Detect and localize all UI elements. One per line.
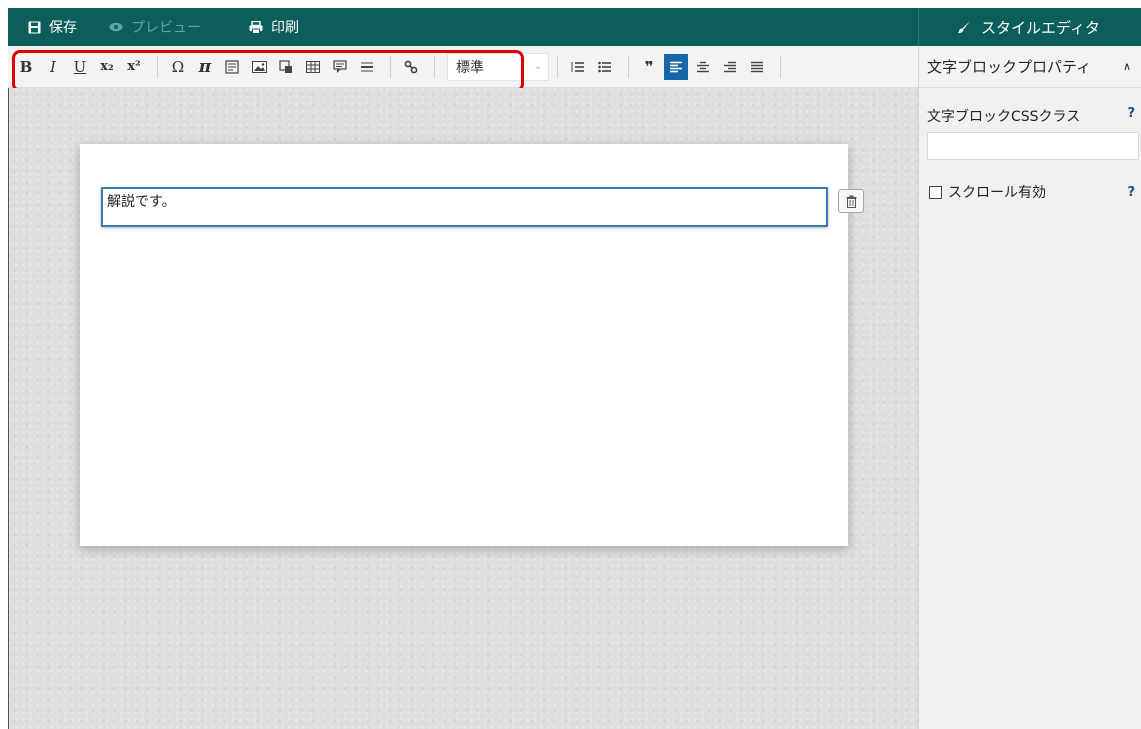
table-button[interactable] [301, 54, 325, 80]
style-editor-label: スタイルエディタ [981, 18, 1100, 37]
chevron-up-icon: ∧ [1122, 60, 1131, 73]
print-label: 印刷 [271, 20, 299, 36]
scroll-enable-label: スクロール有効 [948, 185, 1046, 201]
superscript-button[interactable]: x² [122, 54, 146, 80]
horizontal-rule-button[interactable] [355, 54, 379, 80]
delete-block-button[interactable] [838, 189, 864, 213]
editor-toolbar: B I U x₂ x² Ω π 標準 ⌄ ❞ [8, 46, 918, 88]
save-label: 保存 [49, 20, 77, 36]
floppy-disk-icon [28, 21, 41, 34]
link-icon [404, 60, 418, 73]
toolbar-separator [557, 55, 558, 78]
brush-icon [957, 20, 971, 34]
bullet-list-button[interactable] [593, 54, 617, 80]
comment-icon [333, 59, 347, 73]
italic-button[interactable]: I [41, 54, 65, 80]
css-class-label: 文字ブロックCSSクラス ? [927, 106, 1139, 126]
media-button[interactable] [274, 54, 298, 80]
media-icon [279, 59, 292, 73]
align-justify-icon [751, 61, 763, 72]
css-class-help-icon[interactable]: ? [1127, 106, 1135, 121]
preview-label: プレビュー [131, 20, 201, 36]
text-block-content: 解説です。 [107, 194, 176, 210]
text-block-properties-header[interactable]: 文字ブロックプロパティ ∧ [919, 46, 1141, 88]
scroll-enable-checkbox[interactable] [929, 185, 942, 199]
ordered-list-icon [571, 61, 584, 72]
text-block[interactable]: 解説です。 [101, 187, 828, 227]
table-icon [306, 60, 320, 73]
blockquote-button[interactable]: ❞ [637, 54, 661, 80]
style-editor-tab[interactable]: スタイルエディタ [918, 8, 1141, 46]
image-button[interactable] [247, 54, 271, 80]
properties-panel: 文字ブロックプロパティ ∧ 文字ブロックCSSクラス ? スクロール有効 ? [918, 46, 1141, 729]
toolbar-separator [157, 55, 158, 78]
page-break-icon [225, 59, 239, 74]
top-bar: 保存 プレビュー 印刷 [8, 8, 918, 46]
save-button[interactable]: 保存 [28, 8, 77, 46]
css-class-label-text: 文字ブロックCSSクラス [927, 109, 1081, 125]
comment-button[interactable] [328, 54, 352, 80]
horizontal-rule-icon [361, 62, 373, 71]
align-center-button[interactable] [691, 54, 715, 80]
toolbar-separator [434, 55, 435, 78]
special-character-button[interactable]: Ω [166, 54, 190, 80]
align-left-icon [670, 61, 682, 72]
ordered-list-button[interactable] [566, 54, 590, 80]
align-center-icon [697, 61, 709, 72]
bullet-list-icon [598, 61, 611, 72]
toolbar-separator [628, 55, 629, 78]
eye-icon [109, 22, 123, 32]
scroll-help-icon[interactable]: ? [1127, 185, 1135, 200]
format-select-value: 標準 [456, 59, 484, 76]
toolbar-separator [780, 55, 781, 78]
format-select[interactable]: 標準 ⌄ [447, 52, 549, 81]
bold-button[interactable]: B [14, 54, 38, 80]
align-left-button[interactable] [664, 53, 688, 80]
left-border [8, 88, 9, 729]
align-justify-button[interactable] [745, 54, 769, 80]
link-button[interactable] [399, 54, 423, 80]
math-pi-button[interactable]: π [193, 54, 217, 80]
align-right-button[interactable] [718, 54, 742, 80]
trash-icon [846, 195, 856, 208]
underline-button[interactable]: U [68, 54, 92, 80]
scroll-enable-checkbox-row[interactable]: スクロール有効 ? [929, 182, 1139, 202]
toolbar-separator [390, 55, 391, 78]
preview-button[interactable]: プレビュー [109, 8, 201, 46]
image-icon [251, 60, 267, 73]
panel-section-title: 文字ブロックプロパティ [927, 58, 1092, 76]
chevron-down-icon: ⌄ [533, 61, 542, 72]
page-break-button[interactable] [220, 54, 244, 80]
css-class-input[interactable] [927, 132, 1139, 160]
print-button[interactable]: 印刷 [249, 8, 299, 46]
align-right-icon [724, 61, 736, 72]
printer-icon [249, 20, 263, 34]
subscript-button[interactable]: x₂ [95, 54, 119, 80]
